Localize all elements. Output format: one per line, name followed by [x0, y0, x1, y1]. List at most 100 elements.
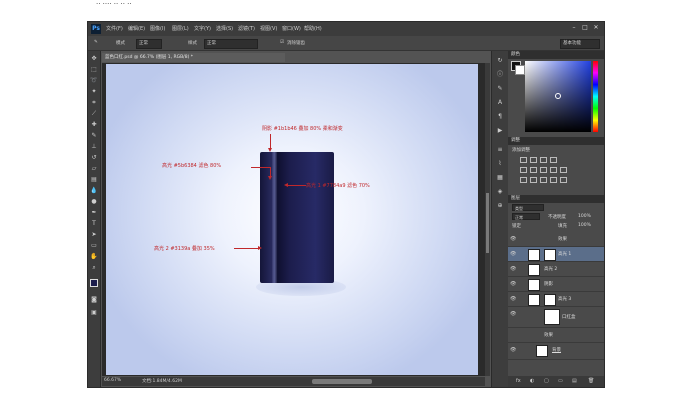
layer-row[interactable]: 👁 背景	[508, 343, 604, 360]
fx-icon[interactable]: fx	[516, 378, 521, 384]
menu-type[interactable]: 文字(Y)	[194, 25, 211, 32]
menu-view[interactable]: 视图(V)	[260, 25, 277, 32]
visibility-eye-icon[interactable]: 👁	[510, 311, 516, 317]
visibility-eye-icon[interactable]: 👁	[510, 266, 516, 272]
magic-wand-icon[interactable]: ✦	[90, 88, 98, 96]
path-select-icon[interactable]: ➤	[90, 231, 98, 239]
selective-color-icon[interactable]	[560, 177, 567, 183]
brush-icon[interactable]: ✎	[94, 40, 98, 45]
curves-icon[interactable]	[540, 157, 547, 163]
photo-filter-icon[interactable]	[560, 167, 567, 173]
trash-icon[interactable]: 🗑	[588, 378, 594, 384]
antialias-checkbox[interactable]: ☑	[280, 40, 284, 45]
brush-panel-icon[interactable]: ✎	[496, 85, 504, 93]
black-white-icon[interactable]	[550, 167, 557, 173]
layer-name[interactable]: 口红盒	[562, 314, 576, 320]
adjustments-panel-tab[interactable]: 调整	[508, 137, 604, 145]
gradient-tool-icon[interactable]: ▤	[90, 176, 98, 184]
menu-image[interactable]: 图像(I)	[150, 25, 165, 32]
type-tool-icon[interactable]: T	[90, 220, 98, 228]
pen-tool-icon[interactable]: ✒	[90, 209, 98, 217]
layer-row[interactable]: 👁 阴影	[508, 277, 604, 292]
channels-panel-icon[interactable]: ≡	[496, 146, 504, 154]
healing-brush-icon[interactable]: ✚	[90, 121, 98, 129]
visibility-eye-icon[interactable]: 👁	[510, 281, 516, 287]
color-panel-tab[interactable]: 颜色	[508, 51, 604, 59]
layer-mask-thumbnail[interactable]	[544, 249, 556, 261]
menu-help[interactable]: 帮助(H)	[304, 25, 322, 32]
close-icon[interactable]: ✕	[592, 24, 600, 32]
gradient-map-icon[interactable]	[550, 177, 557, 183]
menu-window[interactable]: 窗口(W)	[282, 25, 301, 32]
move-tool-icon[interactable]: ✥	[90, 55, 98, 63]
color-balance-icon[interactable]	[540, 167, 547, 173]
hue-saturation-icon[interactable]	[530, 167, 537, 173]
actions-panel-icon[interactable]: ▶	[496, 127, 504, 135]
threshold-icon[interactable]	[540, 177, 547, 183]
visibility-eye-icon[interactable]: 👁	[510, 347, 516, 353]
layer-mask-thumbnail[interactable]	[544, 294, 556, 306]
mode-select[interactable]: 正常	[136, 39, 162, 49]
layer-name[interactable]: 高光 3	[558, 296, 571, 302]
layer-name[interactable]: 高光 2	[544, 266, 557, 272]
eyedropper-icon[interactable]: ⟋	[90, 110, 98, 118]
marquee-tool-icon[interactable]: ⬚	[90, 66, 98, 74]
canvas-vertical-scrollbar[interactable]	[485, 63, 490, 376]
color-picker-cursor[interactable]	[555, 93, 561, 99]
layer-row[interactable]: 👁 高光 3	[508, 292, 604, 307]
paths-panel-icon[interactable]: ⌇	[496, 160, 504, 168]
paragraph-panel-icon[interactable]: ¶	[496, 113, 504, 121]
layer-row[interactable]: 👁 效果	[508, 232, 604, 247]
shape-tool-icon[interactable]: ▭	[90, 242, 98, 250]
layer-name[interactable]: 高光 1	[558, 251, 571, 257]
menu-edit[interactable]: 编辑(E)	[128, 25, 145, 32]
invert-icon[interactable]	[520, 177, 527, 183]
character-panel-icon[interactable]: A	[496, 99, 504, 107]
hand-tool-icon[interactable]: ✋	[90, 253, 98, 261]
workspace-select[interactable]: 基本功能	[560, 39, 600, 49]
blend-mode-select[interactable]: 正常	[512, 213, 540, 220]
layer-kind-filter[interactable]: 类型	[512, 204, 544, 211]
menu-select[interactable]: 选择(S)	[216, 25, 233, 32]
menu-filter[interactable]: 滤镜(T)	[238, 25, 255, 32]
maximize-icon[interactable]: □	[581, 24, 589, 32]
menu-file[interactable]: 文件(F)	[106, 25, 123, 32]
properties-panel-icon[interactable]: ⓘ	[496, 71, 504, 79]
brush-tool-icon[interactable]: ✎	[90, 132, 98, 140]
fill-value[interactable]: 100%	[578, 223, 591, 228]
color-picker-field[interactable]	[525, 61, 591, 132]
foreground-color-swatch[interactable]	[90, 279, 98, 287]
hue-slider[interactable]	[593, 61, 598, 132]
document-tab[interactable]: 蓝色口红.psd @ 66.7% (图层 1, RGB/8) *	[102, 53, 285, 62]
layers-panel-tab[interactable]: 图层	[508, 195, 604, 203]
layer-effect-name[interactable]: 效果	[544, 332, 553, 338]
brightness-icon[interactable]	[520, 157, 527, 163]
menu-layer[interactable]: 图层(L)	[172, 25, 189, 32]
zoom-tool-icon[interactable]: ⌕	[90, 264, 98, 272]
exposure-icon[interactable]	[550, 157, 557, 163]
lasso-tool-icon[interactable]: ➰	[90, 77, 98, 85]
styles-panel-icon[interactable]: ◈	[496, 188, 504, 196]
panel-background-swatch[interactable]	[515, 65, 525, 75]
history-panel-icon[interactable]: ↻	[496, 57, 504, 65]
visibility-eye-icon[interactable]: 👁	[510, 236, 516, 242]
layer-row[interactable]: 👁 口红盒	[508, 307, 604, 328]
vertical-scroll-thumb[interactable]	[486, 193, 489, 253]
layer-row-selected[interactable]: 👁 高光 1	[508, 247, 604, 262]
layer-row[interactable]: 👁 高光 2	[508, 262, 604, 277]
levels-icon[interactable]	[530, 157, 537, 163]
new-layer-icon[interactable]: ▤	[572, 378, 577, 384]
new-group-icon[interactable]: ▭	[558, 378, 563, 384]
blur-tool-icon[interactable]: 💧	[90, 187, 98, 195]
horizontal-scroll-thumb[interactable]	[312, 379, 372, 384]
adjustment-layer-icon[interactable]: ◐	[530, 378, 534, 384]
visibility-eye-icon[interactable]: 👁	[510, 251, 516, 257]
screen-mode-icon[interactable]: ▣	[90, 309, 98, 317]
quick-mask-icon[interactable]: ◙	[90, 296, 98, 304]
eraser-tool-icon[interactable]: ▱	[90, 165, 98, 173]
opacity-value[interactable]: 100%	[578, 214, 591, 219]
minimize-icon[interactable]: –	[570, 24, 578, 32]
dodge-tool-icon[interactable]: ●	[90, 198, 98, 206]
document-canvas[interactable]: 阴影 #1b1b46 叠加 80% 柔和渐变 高光 #5b6384 滤色 80%…	[106, 64, 478, 375]
history-brush-icon[interactable]: ↺	[90, 154, 98, 162]
